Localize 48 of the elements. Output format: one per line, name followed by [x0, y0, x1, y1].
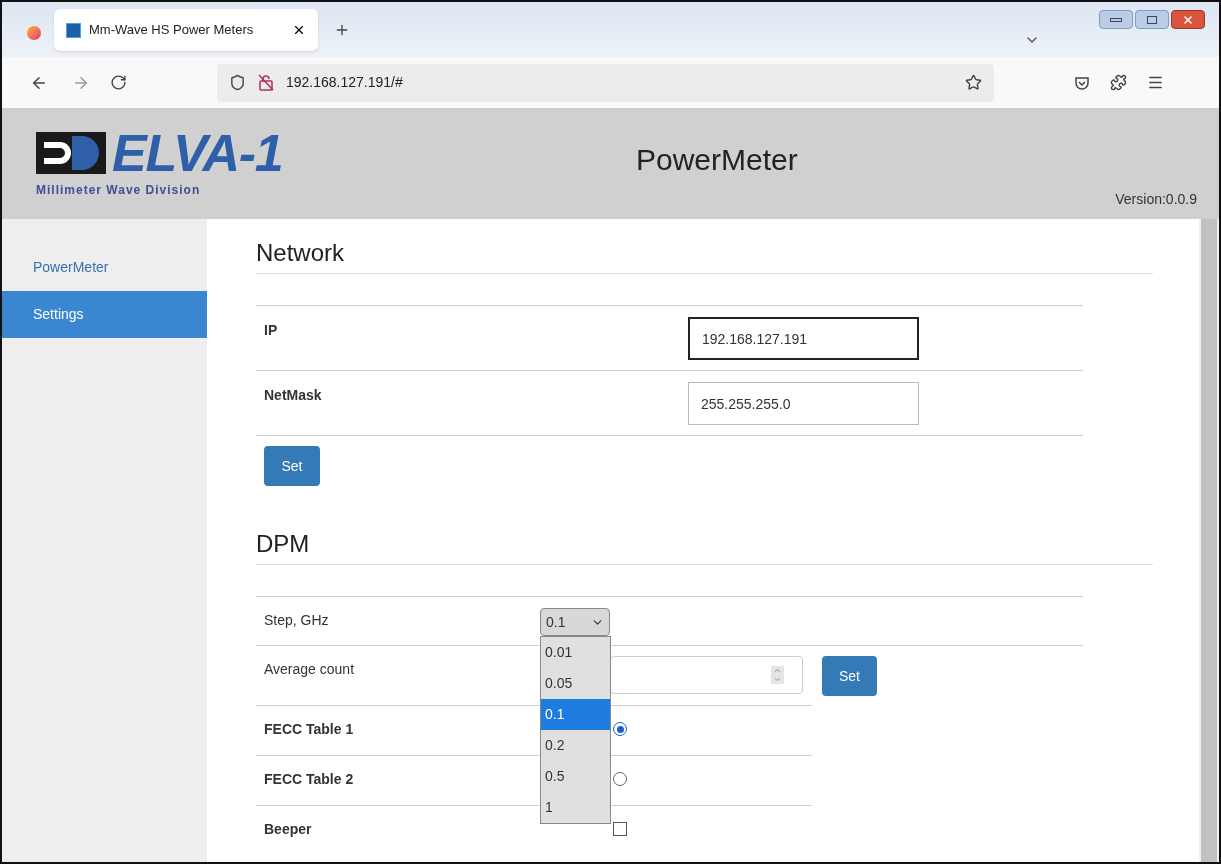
insecure-lock-icon: [258, 74, 274, 91]
close-tab-icon[interactable]: [292, 23, 306, 37]
text-field[interactable]: 192.168.127.191: [688, 317, 919, 360]
url-text: 192.168.127.191/#: [286, 73, 404, 92]
set-button[interactable]: Set: [822, 656, 877, 696]
address-bar[interactable]: 192.168.127.191/#: [217, 63, 994, 102]
browser-logo-icon[interactable]: [27, 26, 41, 40]
logo-icon: [36, 132, 106, 174]
new-tab-icon[interactable]: [334, 22, 350, 38]
minimize-button[interactable]: [1099, 10, 1133, 29]
row-label: FECC Table 2: [264, 771, 354, 787]
dropdown-option[interactable]: 0.1: [541, 699, 610, 730]
dropdown-option[interactable]: 1: [541, 792, 610, 823]
bookmark-star-icon[interactable]: [965, 74, 982, 91]
close-icon: [1182, 13, 1194, 26]
extensions-icon[interactable]: [1110, 74, 1127, 91]
reload-icon[interactable]: [110, 74, 127, 91]
sidebar-item[interactable]: PowerMeter: [2, 244, 207, 291]
menu-icon[interactable]: [1147, 74, 1164, 91]
pocket-icon[interactable]: [1074, 74, 1090, 91]
section-heading: DPM: [256, 526, 1153, 565]
logo-text: ELVA-1: [112, 131, 283, 175]
scrollbar[interactable]: [1199, 219, 1219, 862]
page-title: PowerMeter: [636, 142, 798, 178]
version-text: Version:0.0.9: [1115, 190, 1197, 209]
row-label: Average count: [264, 661, 355, 677]
restore-button[interactable]: [1135, 10, 1169, 29]
set-button[interactable]: Set: [264, 446, 320, 486]
row-label: Beeper: [264, 821, 312, 837]
row-label: IP: [264, 322, 278, 338]
logo-subtitle: Millimeter Wave Division: [36, 182, 202, 199]
browser-tab[interactable]: Mm-Wave HS Power Meters: [54, 9, 318, 51]
tab-title: Mm-Wave HS Power Meters: [89, 21, 255, 40]
row-label: NetMask: [264, 387, 322, 403]
shield-icon: [229, 74, 246, 91]
dropdown-option[interactable]: 0.01: [541, 637, 610, 668]
section-heading: Network: [256, 235, 1153, 274]
favicon-icon: [66, 22, 81, 38]
dropdown-option[interactable]: 0.5: [541, 761, 610, 792]
close-window-button[interactable]: [1171, 10, 1205, 29]
step-select[interactable]: 0.1: [540, 608, 610, 636]
row-label: Step, GHz: [264, 612, 329, 628]
row-label: FECC Table 1: [264, 721, 354, 737]
checkbox[interactable]: [613, 822, 627, 836]
dropdown-option[interactable]: 0.2: [541, 730, 610, 761]
sidebar-item[interactable]: Settings: [2, 291, 207, 338]
text-field[interactable]: 255.255.255.0: [688, 382, 919, 425]
dropdown-option[interactable]: 0.05: [541, 668, 610, 699]
